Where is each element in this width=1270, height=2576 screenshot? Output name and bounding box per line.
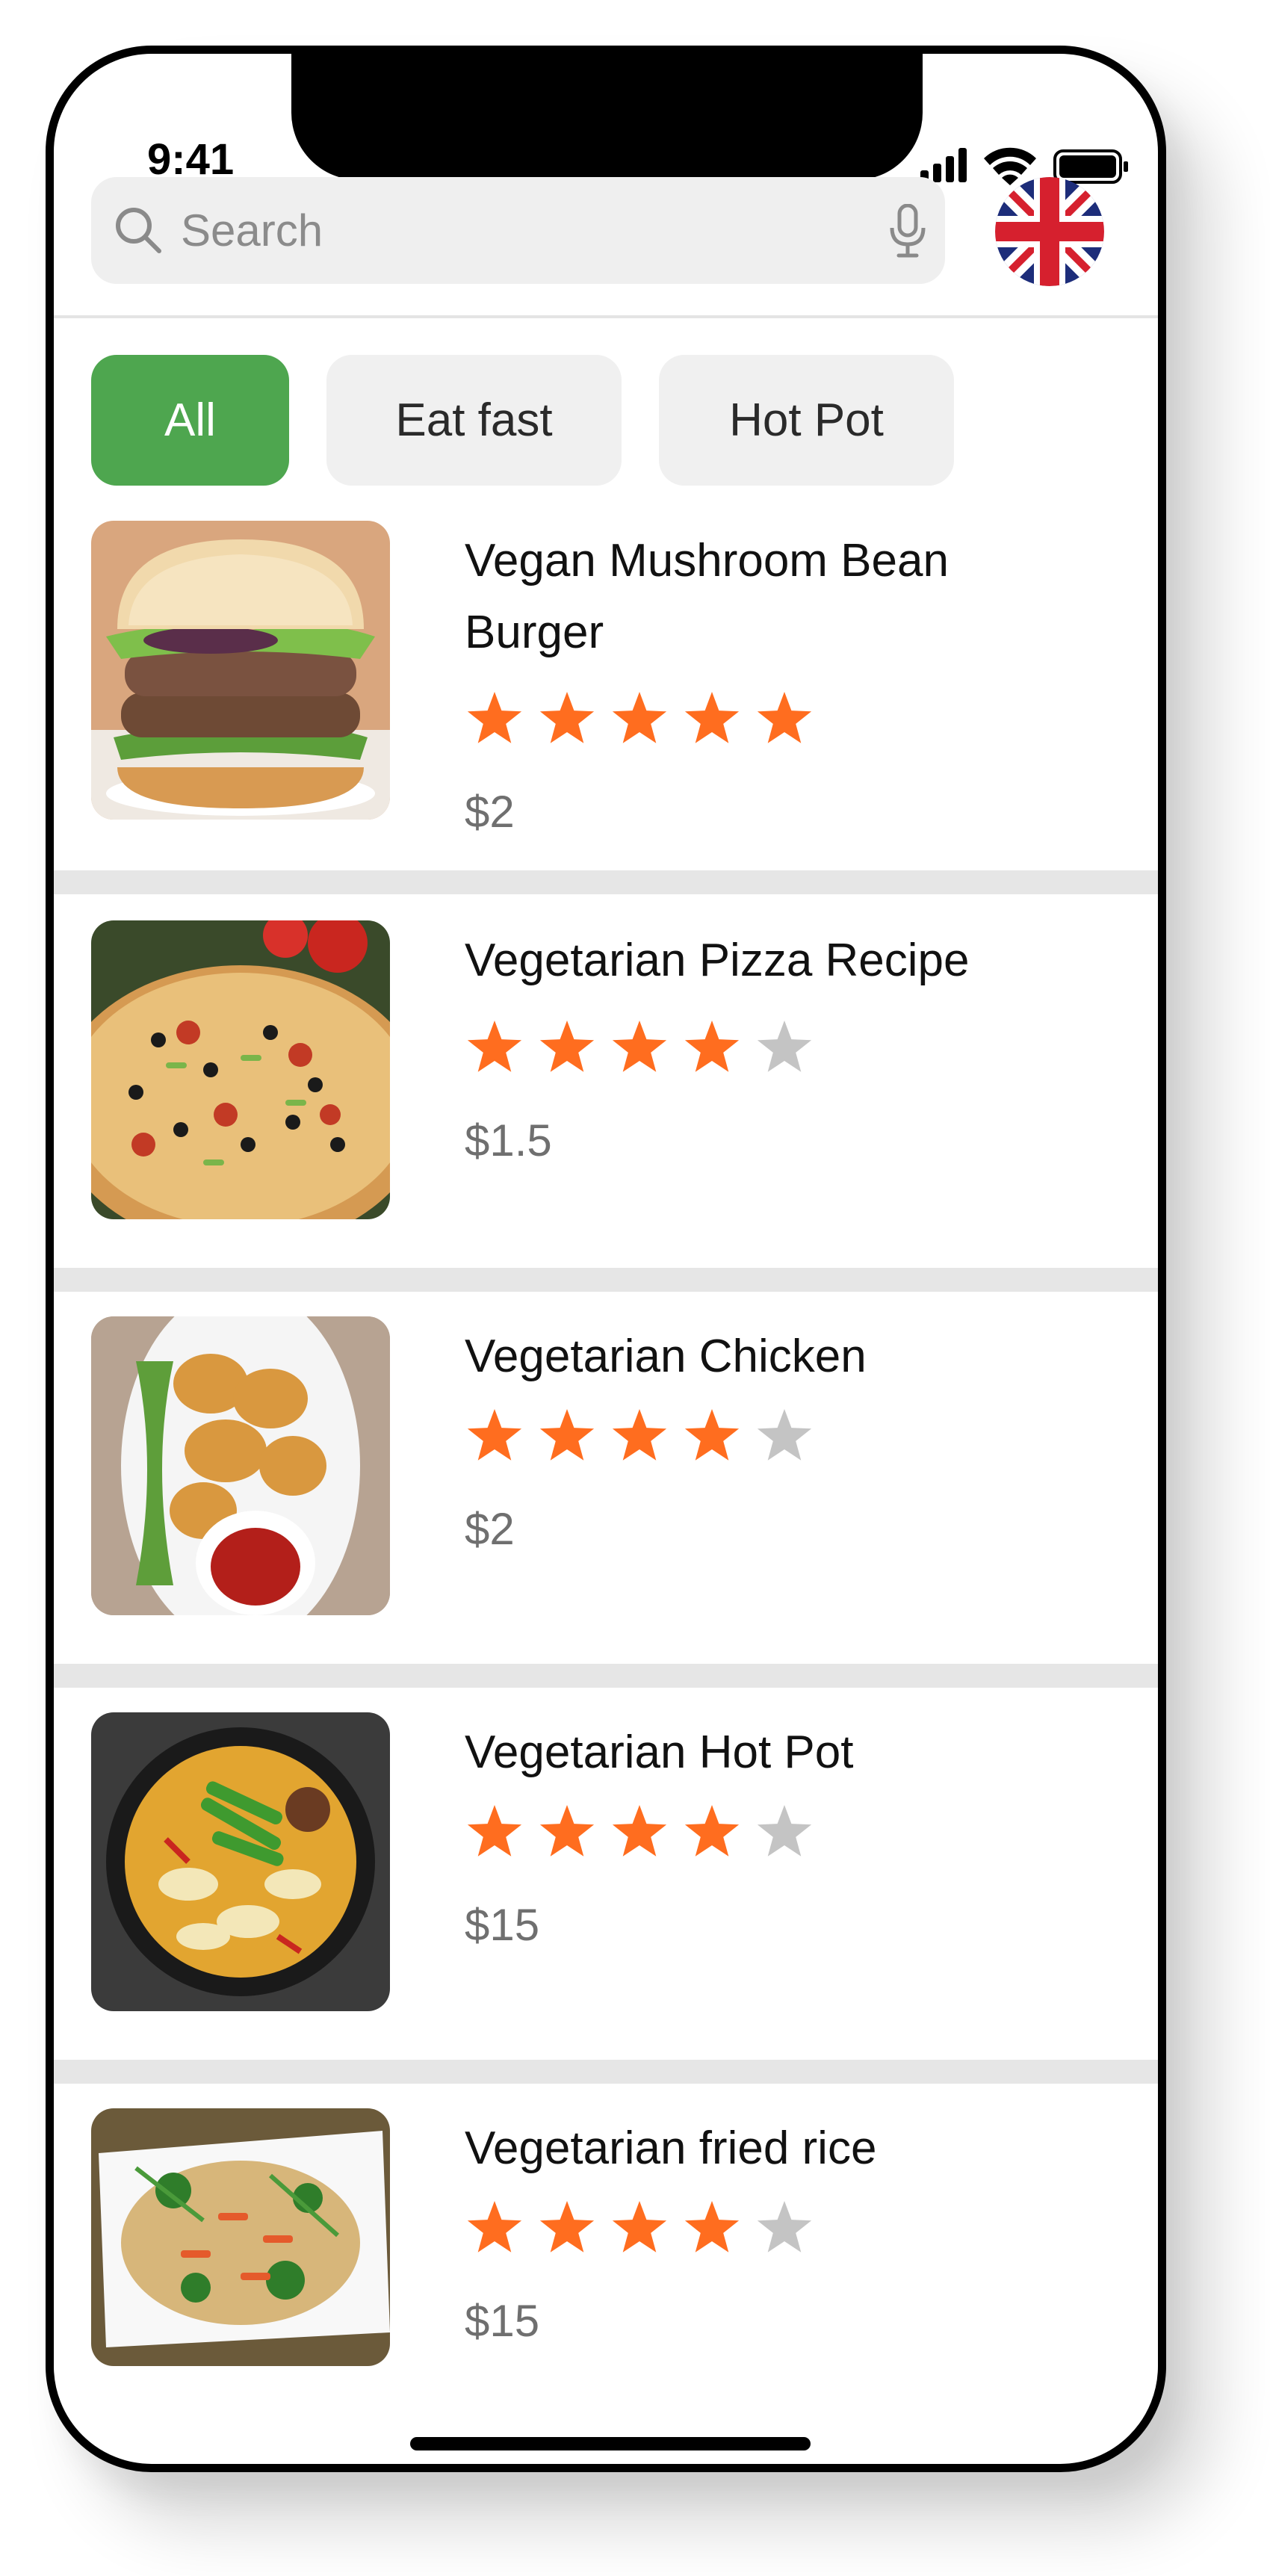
- star-icon: [467, 692, 522, 743]
- filter-chip-all[interactable]: All: [91, 355, 289, 486]
- filter-chip-eat-fast[interactable]: Eat fast: [326, 355, 622, 486]
- star-icon: [467, 1409, 522, 1461]
- star-icon: [539, 1805, 595, 1857]
- wifi-icon: [984, 147, 1036, 185]
- rating-stars: [467, 2201, 812, 2253]
- star-icon: [757, 1021, 812, 1072]
- star-icon: [539, 692, 595, 743]
- united-kingdom-flag-icon[interactable]: [995, 177, 1104, 286]
- item-image-pizza: [91, 920, 390, 1219]
- item-image-chicken: [91, 1316, 390, 1615]
- item-separator: [54, 870, 1158, 894]
- item-price: $15: [465, 1900, 540, 1950]
- star-icon: [757, 1805, 812, 1857]
- rating-stars: [467, 1409, 812, 1461]
- list-item[interactable]: Vegetarian Pizza Recipe $1.5: [54, 920, 1158, 1298]
- star-icon: [612, 2201, 667, 2253]
- star-icon: [539, 2201, 595, 2253]
- star-icon: [757, 692, 812, 743]
- star-icon: [467, 1021, 522, 1072]
- star-icon: [684, 1805, 740, 1857]
- home-indicator: [410, 2437, 811, 2450]
- item-name: Vegetarian fried rice: [465, 2123, 877, 2174]
- item-name: Vegetarian Pizza Recipe: [465, 935, 970, 986]
- item-price: $1.5: [465, 1115, 552, 1165]
- star-icon: [539, 1021, 595, 1072]
- signal-icon: [920, 148, 967, 182]
- rating-stars: [467, 692, 812, 743]
- item-price: $2: [465, 1504, 515, 1554]
- star-icon: [684, 692, 740, 743]
- filter-chip-hot-pot[interactable]: Hot Pot: [659, 355, 954, 486]
- star-icon: [612, 692, 667, 743]
- star-icon: [467, 2201, 522, 2253]
- star-icon: [757, 2201, 812, 2253]
- item-name: Vegan Mushroom Bean Burger: [465, 535, 949, 658]
- star-icon: [539, 1409, 595, 1461]
- rating-stars: [467, 1021, 812, 1072]
- star-icon: [612, 1409, 667, 1461]
- search-input[interactable]: Search: [91, 177, 945, 284]
- item-price: $15: [465, 2296, 540, 2346]
- header-divider: [54, 315, 1158, 318]
- star-icon: [612, 1021, 667, 1072]
- list-item[interactable]: Vegetarian fried rice $15: [54, 2108, 1158, 2464]
- item-separator: [54, 1268, 1158, 1292]
- search-icon: [116, 208, 161, 253]
- star-icon: [684, 2201, 740, 2253]
- list-item[interactable]: Vegetarian Chicken $2: [54, 1316, 1158, 1694]
- item-name: Vegetarian Chicken: [465, 1331, 867, 1382]
- battery-icon: [1053, 149, 1128, 184]
- list-item[interactable]: Vegetarian Hot Pot $15: [54, 1712, 1158, 2090]
- star-icon: [467, 1805, 522, 1857]
- item-separator: [54, 1664, 1158, 1688]
- microphone-icon[interactable]: [885, 204, 930, 258]
- item-image-hot-pot: [91, 1712, 390, 2011]
- star-icon: [612, 1805, 667, 1857]
- notch: [291, 54, 923, 180]
- item-price: $2: [465, 787, 515, 837]
- item-image-fried-rice: [91, 2108, 390, 2366]
- star-icon: [757, 1409, 812, 1461]
- item-name: Vegetarian Hot Pot: [465, 1727, 854, 1778]
- list-item[interactable]: Vegan Mushroom Bean Burger $2: [54, 521, 1158, 898]
- star-icon: [684, 1409, 740, 1461]
- item-separator: [54, 2060, 1158, 2084]
- item-image-burger: [91, 521, 390, 820]
- star-icon: [684, 1021, 740, 1072]
- phone-frame: 9:41 Search All Eat fast Hot Pot Vegan M…: [46, 46, 1166, 2472]
- rating-stars: [467, 1805, 812, 1857]
- search-placeholder: Search: [181, 205, 323, 256]
